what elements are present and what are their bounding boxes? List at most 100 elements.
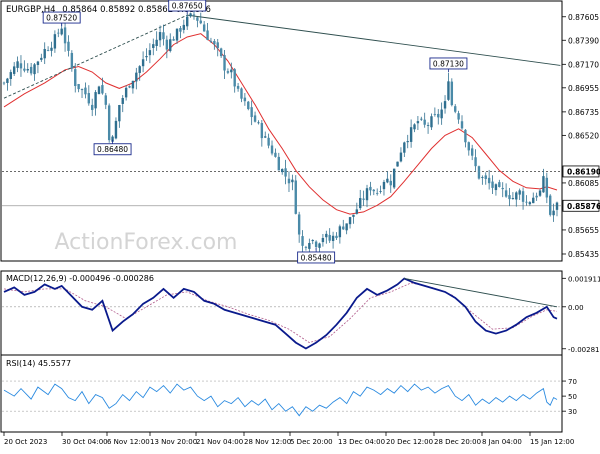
candle-body [555, 202, 559, 210]
time-tick-label: 21 Nov 04:00 [196, 438, 243, 446]
candle-body [67, 41, 70, 51]
candle-body [477, 166, 481, 179]
candle-body [508, 195, 511, 200]
candle-body [152, 44, 155, 48]
price-tick-label: 0.86520 [568, 131, 599, 140]
candle-body [107, 105, 111, 141]
candle-body [542, 176, 545, 193]
candle-body [148, 50, 152, 56]
candle-body [521, 191, 525, 202]
candle-body [226, 71, 230, 73]
candle-body [535, 195, 538, 198]
candle-body [525, 201, 528, 203]
chart-canvas: ActionForex.com EURGBP,H4 0.85864 0.8589… [0, 0, 600, 446]
candle-body [60, 28, 63, 35]
rsi-pane-frame [0, 354, 563, 433]
candle-body [165, 39, 169, 50]
candle-body [481, 177, 484, 178]
candle-body [219, 48, 223, 57]
candle-body [423, 119, 426, 125]
callout-label: 0.85480 [301, 253, 332, 262]
candle-body [403, 142, 406, 153]
candle-body [504, 190, 508, 197]
price-value-label: 0.86190 [567, 167, 600, 176]
candle-body [114, 120, 118, 139]
candle-body [240, 88, 243, 99]
candle-body [87, 93, 91, 104]
candle-body [250, 107, 253, 118]
candle-body [101, 85, 104, 94]
candle-body [518, 190, 521, 195]
candle-body [416, 121, 420, 124]
candle-body [104, 95, 107, 105]
macd-tick-label: 0.00 [568, 304, 584, 312]
candle-body [355, 209, 359, 214]
macd-tick-label: 0.001911 [568, 275, 600, 283]
candle-body [447, 81, 450, 100]
price-tick-label: 0.87390 [568, 36, 599, 45]
candle-body [63, 27, 67, 44]
candle-body [365, 188, 369, 201]
price-tick-label: 0.86955 [568, 84, 599, 93]
candle-body [145, 56, 148, 58]
candle-body [260, 123, 264, 139]
candle-body [359, 198, 362, 209]
time-tick-label: 13 Dec 04:00 [338, 438, 385, 446]
candle-body [342, 226, 345, 230]
candle-body [426, 125, 430, 126]
price-value-label: 0.85876 [567, 202, 600, 211]
candle-body [321, 238, 325, 243]
candle-body [141, 59, 145, 67]
candle-body [12, 66, 16, 74]
time-tick-label: 20 Oct 2023 [4, 438, 47, 446]
candle-body [9, 72, 12, 79]
candle-body [314, 241, 318, 248]
candle-body [270, 145, 274, 154]
candle-body [74, 69, 77, 87]
candle-body [230, 69, 233, 73]
candle-body [236, 85, 240, 89]
candle-body [420, 118, 423, 120]
candle-body [50, 47, 53, 51]
candle-body [202, 24, 206, 32]
time-tick-label: 28 Dec 20:00 [434, 438, 481, 446]
candle-body [216, 42, 219, 49]
candle-body [40, 57, 43, 60]
candle-body [57, 32, 60, 34]
candle-body [399, 152, 403, 162]
candle-body [97, 86, 101, 95]
candle-body [192, 14, 196, 16]
candle-body [382, 181, 386, 190]
forex-chart-window: ActionForex.com EURGBP,H4 0.85864 0.8589… [0, 0, 600, 450]
rsi-tick-label: 70 [568, 378, 577, 386]
candle-body [304, 246, 308, 248]
candle-body [457, 113, 460, 120]
candle-body [16, 61, 19, 68]
candle-body [274, 152, 277, 157]
candle-body [491, 181, 494, 188]
candle-body [155, 39, 158, 46]
candle-body [131, 80, 135, 89]
candle-body [440, 109, 443, 119]
candle-body [277, 156, 281, 171]
candle-body [494, 184, 498, 191]
candle-body [325, 233, 328, 238]
candle-body [19, 63, 23, 69]
candle-body [386, 178, 389, 183]
candle-body [379, 191, 382, 192]
candle-body [433, 114, 437, 115]
candle-body [437, 113, 440, 118]
time-tick-label: 30 Oct 04:00 [62, 438, 108, 446]
candle-body [280, 169, 284, 173]
candle-body [487, 177, 491, 184]
candle-body [443, 101, 447, 109]
time-tick-label: 5 Dec 20:00 [290, 438, 333, 446]
candle-body [362, 198, 365, 200]
candle-body [70, 52, 74, 69]
callout-label: 0.87650 [172, 2, 203, 11]
candle-body [138, 66, 141, 73]
price-axis: 0.87605 0.87390 0.87170 0.86955 0.86735 0.865… [562, 13, 600, 259]
time-tick-label: 28 Nov 12:00 [244, 438, 291, 446]
price-pane-frame [0, 0, 563, 262]
candle-body [396, 161, 399, 167]
